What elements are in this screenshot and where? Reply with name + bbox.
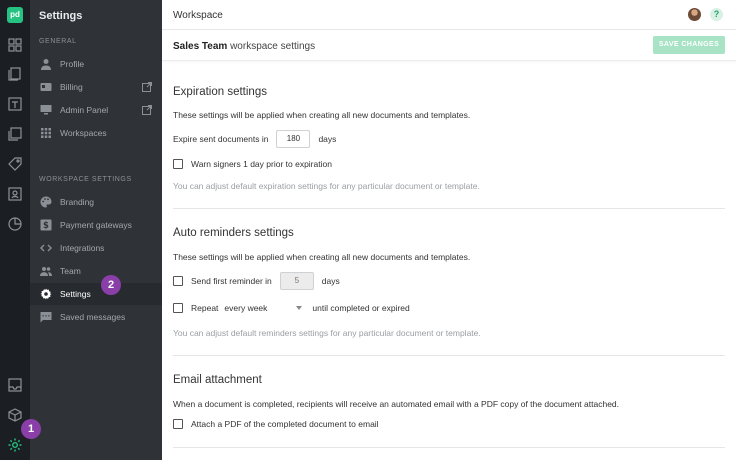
page-title-suffix: workspace settings xyxy=(227,41,316,52)
sidebar-item-label: Integrations xyxy=(60,243,105,253)
sidebar-item-branding[interactable]: Branding xyxy=(30,191,162,213)
section-heading: Expiration settings xyxy=(173,86,267,98)
reminders-section: Auto reminders settings These settings w… xyxy=(173,227,725,342)
expiration-section: Expiration settings These settings will … xyxy=(173,86,725,196)
sidebar-item-profile[interactable]: Profile xyxy=(30,53,162,75)
sidebar-item-label: Saved messages xyxy=(60,312,126,322)
first-reminder-row: Send first reminder in 5 days xyxy=(173,272,340,290)
billing-icon xyxy=(40,81,52,93)
first-reminder-checkbox[interactable] xyxy=(173,276,183,286)
section-description: These settings will be applied when crea… xyxy=(173,252,471,262)
inbox-icon[interactable] xyxy=(7,377,23,393)
gear-icon xyxy=(40,288,52,300)
page-title: Sales Team workspace settings xyxy=(173,41,315,52)
chevron-down-icon xyxy=(296,306,303,310)
pandadoc-logo[interactable]: pd xyxy=(7,7,23,23)
sidebar-item-team[interactable]: Team xyxy=(30,260,162,282)
divider xyxy=(173,447,725,448)
icon-rail: pd xyxy=(0,0,30,460)
sidebar-item-integrations[interactable]: Integrations xyxy=(30,237,162,259)
divider xyxy=(173,208,725,209)
dollar-icon: $ xyxy=(40,219,52,231)
settings-icon[interactable] xyxy=(7,437,23,453)
top-bar: Workspace ? xyxy=(162,0,736,30)
divider xyxy=(173,355,725,356)
dashboard-icon[interactable] xyxy=(7,37,23,53)
repeat-frequency-value: every week xyxy=(224,303,268,313)
grid-icon xyxy=(40,127,52,139)
section-hint: You can adjust default expiration settin… xyxy=(173,181,480,191)
message-icon xyxy=(40,311,52,323)
sidebar-item-billing[interactable]: Billing xyxy=(30,76,162,98)
first-reminder-label: Send first reminder in xyxy=(191,276,272,286)
settings-sidebar: Settings GENERAL Profile Billing Admin P… xyxy=(30,0,162,460)
sidebar-item-label: Payment gateways xyxy=(60,220,132,230)
expire-days-input[interactable]: 180 xyxy=(276,130,311,148)
svg-text:$: $ xyxy=(43,221,49,231)
repeat-frequency-select[interactable]: every week xyxy=(224,300,306,316)
sidebar-item-settings[interactable]: Settings xyxy=(30,283,162,305)
first-reminder-days-input[interactable]: 5 xyxy=(279,272,314,290)
workspace-name: Sales Team xyxy=(173,41,228,52)
external-link-icon xyxy=(142,82,152,92)
repeat-label: Repeat xyxy=(191,303,219,313)
templates-icon[interactable] xyxy=(7,96,23,112)
section-description: These settings will be applied when crea… xyxy=(173,110,471,120)
days-label: days xyxy=(318,134,337,144)
section-hint: You can adjust default reminders setting… xyxy=(173,328,481,338)
section-general: GENERAL xyxy=(39,38,77,45)
expire-row: Expire sent documents in 180 days xyxy=(173,130,336,148)
sidebar-item-label: Team xyxy=(60,266,81,276)
attach-pdf-label: Attach a PDF of the completed document t… xyxy=(191,419,379,429)
step-badge-2: 2 xyxy=(101,275,121,295)
palette-icon xyxy=(40,196,52,208)
tag-icon[interactable] xyxy=(7,156,23,172)
catalog-icon[interactable] xyxy=(7,126,23,142)
days-label: days xyxy=(321,276,340,286)
main-content: Workspace ? Sales Team workspace setting… xyxy=(162,0,736,460)
sidebar-item-admin-panel[interactable]: Admin Panel xyxy=(30,99,162,121)
save-changes-button[interactable]: SAVE CHANGES xyxy=(653,36,725,54)
expire-label: Expire sent documents in xyxy=(173,134,269,144)
workspace-title: Workspace xyxy=(173,10,223,21)
attachment-section: Email attachment When a document is comp… xyxy=(173,374,725,434)
sidebar-item-label: Branding xyxy=(60,197,95,207)
section-description: When a document is completed, recipients… xyxy=(173,399,620,409)
sidebar-item-label: Workspaces xyxy=(60,128,107,138)
warn-row: Warn signers 1 day prior to expiration xyxy=(173,159,332,169)
box-icon[interactable] xyxy=(7,407,23,423)
repeat-checkbox[interactable] xyxy=(173,303,183,313)
warn-label: Warn signers 1 day prior to expiration xyxy=(191,159,332,169)
repeat-row: Repeat every week until completed or exp… xyxy=(173,300,410,316)
section-workspace-settings: WORKSPACE SETTINGS xyxy=(39,176,132,183)
team-icon xyxy=(40,265,52,277)
sidebar-item-label: Admin Panel xyxy=(60,105,109,115)
documents-icon[interactable] xyxy=(7,66,23,82)
sidebar-item-payment-gateways[interactable]: $ Payment gateways xyxy=(30,214,162,236)
sidebar-item-saved-messages[interactable]: Saved messages xyxy=(30,306,162,328)
person-icon xyxy=(40,58,52,70)
avatar[interactable] xyxy=(688,8,701,21)
sidebar-item-workspaces[interactable]: Workspaces xyxy=(30,122,162,144)
reports-icon[interactable] xyxy=(7,216,23,232)
step-badge-1: 1 xyxy=(21,419,41,439)
section-heading: Email attachment xyxy=(173,374,262,386)
sidebar-item-label: Profile xyxy=(60,59,85,69)
attach-pdf-row: Attach a PDF of the completed document t… xyxy=(173,419,379,429)
code-icon xyxy=(40,242,52,254)
sidebar-item-label: Billing xyxy=(60,82,83,92)
workspace-settings-bar: Sales Team workspace settings SAVE CHANG… xyxy=(162,31,736,61)
help-icon[interactable]: ? xyxy=(710,8,723,21)
section-heading: Auto reminders settings xyxy=(173,227,294,239)
external-link-icon xyxy=(142,105,152,115)
monitor-icon xyxy=(40,104,52,116)
sidebar-title: Settings xyxy=(39,10,83,22)
sidebar-item-label: Settings xyxy=(60,289,91,299)
attach-pdf-checkbox[interactable] xyxy=(173,419,183,429)
contacts-icon[interactable] xyxy=(7,186,23,202)
warn-signers-checkbox[interactable] xyxy=(173,159,183,169)
repeat-suffix: until completed or expired xyxy=(312,303,410,313)
